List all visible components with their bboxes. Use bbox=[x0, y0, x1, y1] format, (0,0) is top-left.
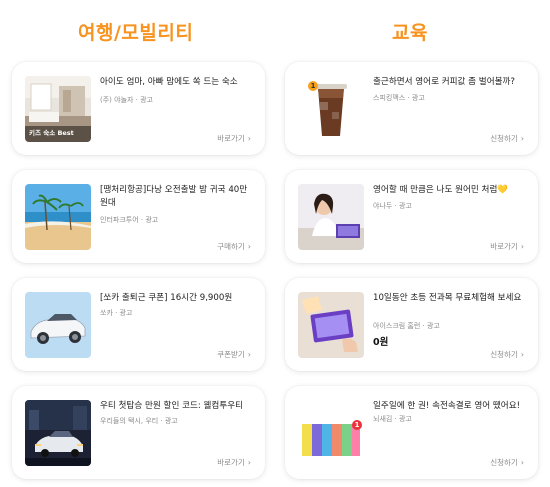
cta-label: 쿠폰받기 bbox=[217, 350, 245, 359]
ad-title: 일주일에 한 권! 속전속결로 영어 뗐어요! bbox=[373, 401, 521, 411]
ad-thumbnail-car bbox=[25, 292, 91, 358]
ad-advertiser: 야나두 · 광고 bbox=[373, 202, 412, 210]
ad-card-socar[interactable]: [쏘카 출퇴근 쿠폰] 16시간 9,900원 쏘카 · 광고 쿠폰받기 › bbox=[12, 278, 265, 371]
cta-label: 바로가기 bbox=[490, 242, 518, 251]
ad-title: 10일동안 초등 전과목 무료체험해 보세요 bbox=[373, 293, 522, 303]
ad-card-yanolja[interactable]: 키즈 숙소 Best 아이도 엄마, 아빠 맘에도 쏙 드는 숙소 (주) 야놀… bbox=[12, 62, 265, 155]
ad-card-yanadoo[interactable]: 영어할 때 만큼은 나도 원어민 처럼💛 야나두 · 광고 바로가기 › bbox=[285, 170, 538, 263]
ad-advertiser: 아이스크림 홈런 · 광고 bbox=[373, 322, 440, 330]
ad-thumbnail-beach bbox=[25, 184, 91, 250]
ad-card-interpark[interactable]: [땡처리항공]다낭 오전출발 밤 귀국 40만원대 인터파크투어 · 광고 구매… bbox=[12, 170, 265, 263]
ad-thumbnail-tablet-learning bbox=[298, 292, 364, 358]
ad-title: [쏘카 출퇴근 쿠폰] 16시간 9,900원 bbox=[100, 293, 233, 303]
ad-title: 아이도 엄마, 아빠 맘에도 쏙 드는 숙소 bbox=[100, 77, 238, 87]
chevron-right-icon: › bbox=[247, 458, 251, 467]
ad-thumbnail-books: 1 bbox=[298, 400, 364, 466]
ad-cta-button[interactable]: 바로가기 › bbox=[217, 133, 251, 144]
travel-column-title: 여행/모빌리티 bbox=[78, 22, 194, 44]
ad-card-uti[interactable]: 우티 첫탑승 만원 할인 코드: 웰컴투우티 우리들의 택시, 우티 · 광고 … bbox=[12, 386, 265, 479]
cta-label: 신청하기 bbox=[490, 458, 518, 467]
chevron-right-icon: › bbox=[520, 242, 524, 251]
cta-label: 바로가기 bbox=[217, 134, 245, 143]
chevron-right-icon: › bbox=[520, 458, 524, 467]
ad-cta-button[interactable]: 바로가기 › bbox=[217, 457, 251, 468]
chevron-right-icon: › bbox=[520, 134, 524, 143]
ad-cta-button[interactable]: 바로가기 › bbox=[490, 241, 524, 252]
cta-label: 신청하기 bbox=[490, 134, 518, 143]
cta-label: 신청하기 bbox=[490, 350, 518, 359]
ad-card-homelearn[interactable]: 10일동안 초등 전과목 무료체험해 보세요 아이스크림 홈런 · 광고 0원 … bbox=[285, 278, 538, 371]
ad-advertiser: 우리들의 택시, 우티 · 광고 bbox=[100, 417, 178, 425]
chevron-right-icon: › bbox=[247, 242, 251, 251]
ad-title: 우티 첫탑승 만원 할인 코드: 웰컴투우티 bbox=[100, 401, 244, 411]
chevron-right-icon: › bbox=[247, 134, 251, 143]
ad-title: [땡처리항공]다낭 오전출발 밤 귀국 40만원대 bbox=[100, 185, 248, 208]
thumbnail-caption: 키즈 숙소 Best bbox=[29, 129, 74, 137]
ad-cta-button[interactable]: 신청하기 › bbox=[490, 133, 524, 144]
ad-cta-button[interactable]: 구매하기 › bbox=[217, 241, 251, 252]
ad-cta-button[interactable]: 쿠폰받기 › bbox=[217, 349, 251, 360]
ad-advertiser: 스피킹맥스 · 광고 bbox=[373, 94, 425, 102]
ad-card-speakingmax[interactable]: 1 출근하면서 영어로 커피값 좀 벌어볼까? 스피킹맥스 · 광고 신청하기 › bbox=[285, 62, 538, 155]
ad-thumbnail-taxi bbox=[25, 400, 91, 466]
ad-thumbnail-woman-laptop bbox=[298, 184, 364, 250]
education-column-title: 교육 bbox=[392, 22, 428, 44]
ad-thumbnail-iced-coffee: 1 bbox=[298, 76, 364, 142]
chevron-right-icon: › bbox=[247, 350, 251, 359]
notification-badge: 1 bbox=[308, 81, 318, 91]
ad-title: 영어할 때 만큼은 나도 원어민 처럼💛 bbox=[373, 185, 509, 195]
ad-card-noisaegim[interactable]: 1 일주일에 한 권! 속전속결로 영어 뗐어요! 뇌새김 · 광고 신청하기 › bbox=[285, 386, 538, 479]
ad-thumbnail-hotel-room: 키즈 숙소 Best bbox=[25, 76, 91, 142]
ad-advertiser: 인터파크투어 · 광고 bbox=[100, 216, 159, 224]
cta-label: 구매하기 bbox=[217, 242, 245, 251]
cta-label: 바로가기 bbox=[217, 458, 245, 467]
ad-advertiser: 뇌새김 · 광고 bbox=[373, 415, 412, 423]
chevron-right-icon: › bbox=[520, 350, 524, 359]
notification-badge: 1 bbox=[352, 420, 362, 430]
ad-title: 출근하면서 영어로 커피값 좀 벌어볼까? bbox=[373, 77, 515, 87]
ad-cta-button[interactable]: 신청하기 › bbox=[490, 349, 524, 360]
price-label: 0원 bbox=[373, 337, 389, 348]
ad-advertiser: 쏘카 · 광고 bbox=[100, 309, 133, 317]
ad-advertiser: (주) 야놀자 · 광고 bbox=[100, 96, 154, 104]
ad-cta-button[interactable]: 신청하기 › bbox=[490, 457, 524, 468]
